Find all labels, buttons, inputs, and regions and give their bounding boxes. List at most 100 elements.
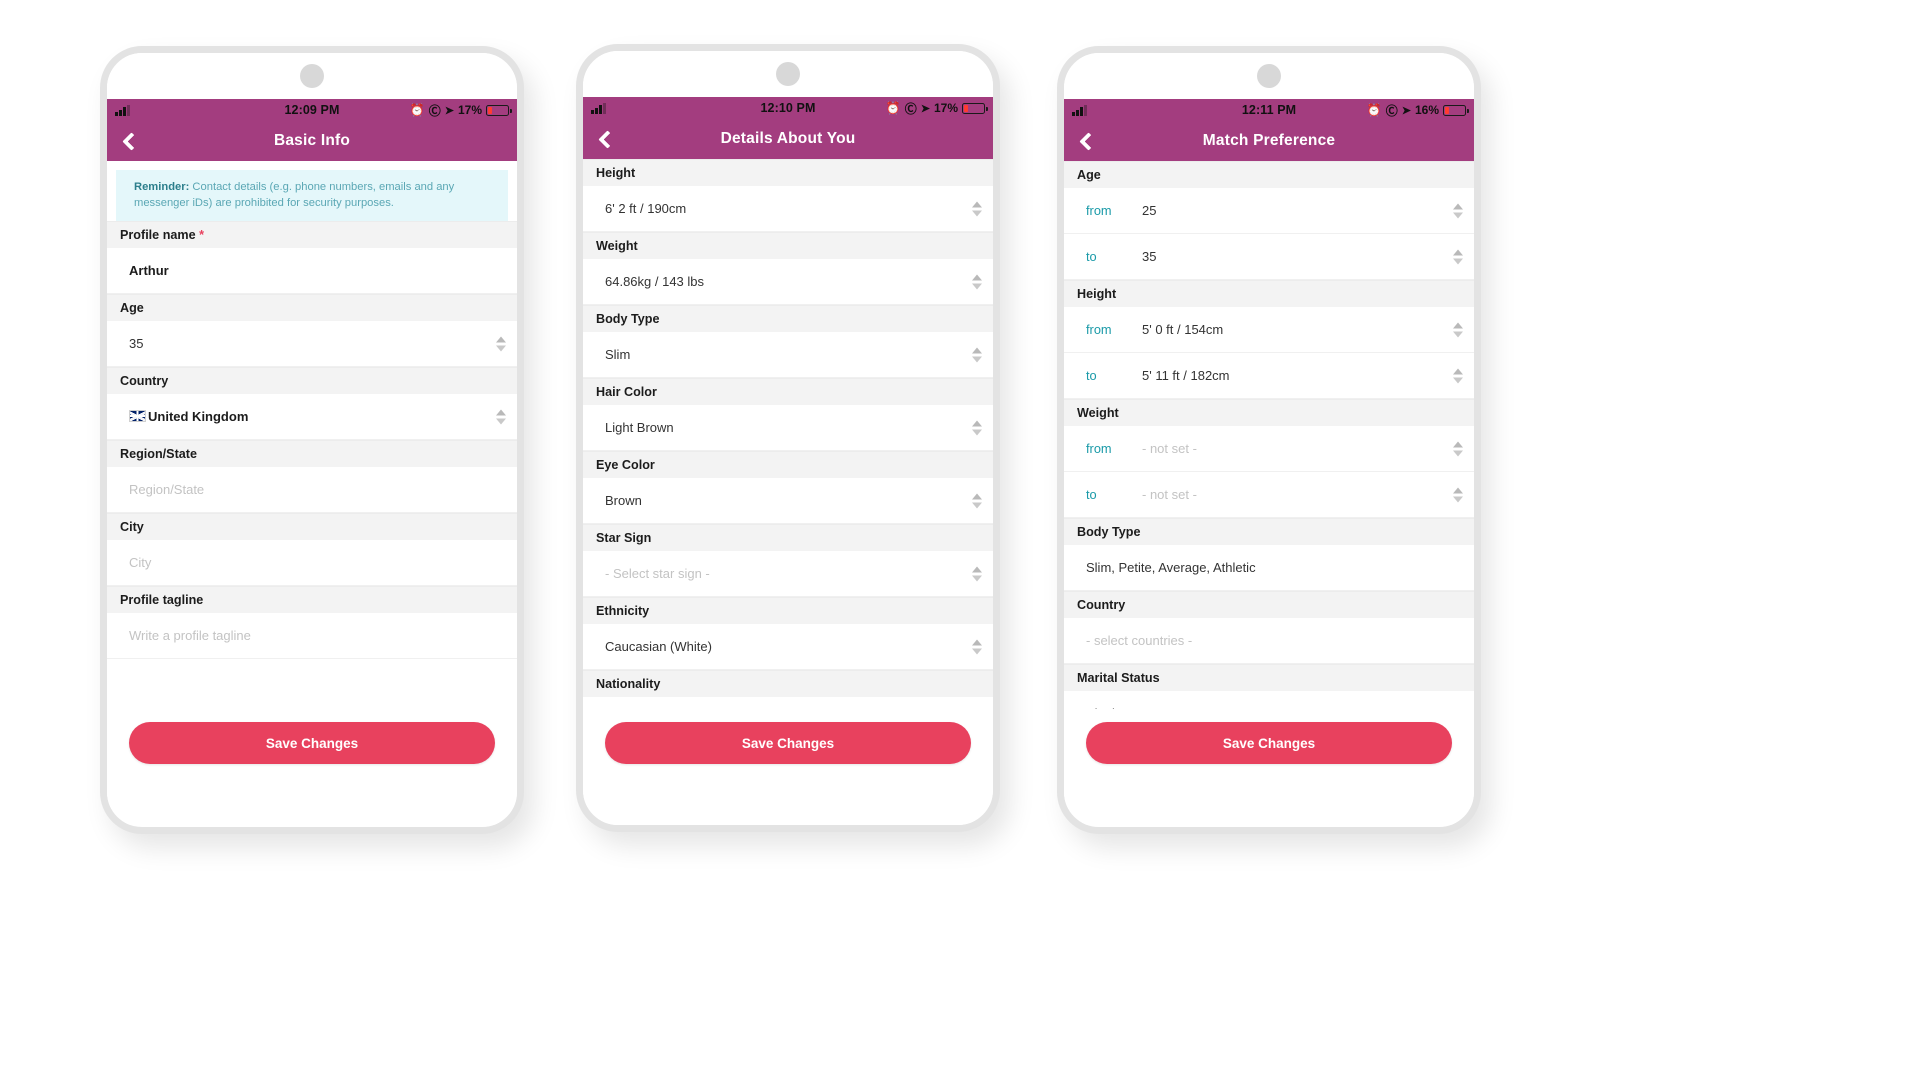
field-value[interactable]: 35 [129, 336, 507, 351]
stepper-control[interactable] [1453, 322, 1463, 337]
range-to-value[interactable]: 35 [1142, 249, 1464, 264]
field-value[interactable]: Arthur [129, 263, 507, 278]
field-value[interactable]: Slim, Petite, Average, Athletic [1086, 560, 1464, 575]
stepper-down-icon[interactable] [972, 283, 982, 289]
stepper-up-icon[interactable] [1453, 487, 1463, 493]
stepper-down-icon[interactable] [972, 502, 982, 508]
field-value[interactable]: Write a profile tagline [129, 628, 507, 643]
field-value-row[interactable]: 35 [107, 321, 517, 368]
stepper-down-icon[interactable] [496, 418, 506, 425]
range-to-value[interactable]: 5' 11 ft / 182cm [1142, 368, 1464, 383]
field-value-row[interactable]: to - not set - [1064, 472, 1474, 518]
stepper-down-icon[interactable] [1453, 377, 1463, 383]
field-value[interactable]: 64.86kg / 143 lbs [605, 274, 983, 289]
stepper-control[interactable] [972, 566, 982, 581]
stepper-up-icon[interactable] [496, 336, 506, 343]
field-value[interactable]: Light Brown [605, 420, 983, 435]
save-changes-button[interactable]: Save Changes [129, 722, 495, 764]
field-value-row[interactable]: Slim [583, 332, 993, 378]
page-title: Match Preference [1202, 132, 1336, 149]
field-value[interactable]: United Kingdom [129, 409, 507, 424]
stepper-control[interactable] [972, 493, 982, 508]
stepper-control[interactable] [972, 347, 982, 362]
field-value[interactable]: Slim [605, 347, 983, 362]
stepper-down-icon[interactable] [1453, 331, 1463, 337]
field-value-row[interactable]: - Select star sign - [583, 551, 993, 597]
stepper-control[interactable] [1453, 441, 1463, 456]
field-value[interactable]: Region/State [129, 482, 507, 497]
stepper-control[interactable] [1453, 249, 1463, 264]
save-changes-button[interactable]: Save Changes [1086, 722, 1452, 764]
field-value[interactable]: Caucasian (White) [605, 639, 983, 654]
field-value-row[interactable]: Arthur [107, 248, 517, 295]
stepper-control[interactable] [972, 274, 982, 289]
back-chevron-icon [597, 129, 617, 149]
field-value-row[interactable]: Write a profile tagline [107, 613, 517, 660]
stepper-down-icon[interactable] [496, 345, 506, 352]
stepper-down-icon[interactable] [972, 210, 982, 216]
range-from-value[interactable]: 25 [1142, 203, 1464, 218]
stepper-up-icon[interactable] [1453, 368, 1463, 374]
stepper-up-icon[interactable] [1453, 441, 1463, 447]
back-button[interactable] [583, 119, 627, 159]
field-label-weight: Weight [1064, 399, 1474, 426]
earpiece-speaker [1257, 64, 1281, 88]
field-value-row[interactable]: Region/State [107, 467, 517, 514]
stepper-up-icon[interactable] [972, 639, 982, 645]
save-changes-button[interactable]: Save Changes [605, 722, 971, 764]
stepper-control[interactable] [972, 420, 982, 435]
field-value-row[interactable]: Slim, Petite, Average, Athletic [1064, 545, 1474, 591]
phone-top-bezel [583, 51, 993, 97]
back-button[interactable] [107, 121, 151, 161]
field-value-row[interactable]: from - not set - [1064, 426, 1474, 472]
back-button[interactable] [1064, 121, 1108, 161]
field-value-row[interactable]: to 35 [1064, 234, 1474, 280]
field-value-row[interactable]: - select countries - [1064, 618, 1474, 664]
field-value-row[interactable]: Light Brown [583, 405, 993, 451]
stepper-down-icon[interactable] [1453, 496, 1463, 502]
field-value-row[interactable]: to 5' 11 ft / 182cm [1064, 353, 1474, 399]
stepper-up-icon[interactable] [496, 409, 506, 416]
field-value[interactable]: Brown [605, 493, 983, 508]
field-value[interactable]: - Select star sign - [605, 566, 983, 581]
field-value[interactable]: 6' 2 ft / 190cm [605, 201, 983, 216]
stepper-down-icon[interactable] [1453, 450, 1463, 456]
stepper-control[interactable] [496, 409, 506, 425]
field-label-text: Age [120, 301, 144, 316]
stepper-down-icon[interactable] [1453, 212, 1463, 218]
field-value-row[interactable]: Caucasian (White) [583, 624, 993, 670]
stepper-down-icon[interactable] [972, 356, 982, 362]
range-from-value[interactable]: 5' 0 ft / 154cm [1142, 322, 1464, 337]
stepper-down-icon[interactable] [972, 429, 982, 435]
field-value[interactable]: City [129, 555, 507, 570]
field-value-row[interactable]: 64.86kg / 143 lbs [583, 259, 993, 305]
stepper-up-icon[interactable] [972, 493, 982, 499]
stepper-control[interactable] [972, 201, 982, 216]
stepper-control[interactable] [1453, 203, 1463, 218]
range-from-value[interactable]: - not set - [1142, 441, 1464, 456]
stepper-up-icon[interactable] [972, 420, 982, 426]
stepper-up-icon[interactable] [1453, 249, 1463, 255]
field-value-row[interactable]: Brown [583, 478, 993, 524]
field-value-row[interactable]: 6' 2 ft / 190cm [583, 186, 993, 232]
stepper-control[interactable] [496, 336, 506, 352]
stepper-control[interactable] [972, 639, 982, 654]
stepper-down-icon[interactable] [972, 575, 982, 581]
stepper-control[interactable] [1453, 368, 1463, 383]
stepper-control[interactable] [1453, 487, 1463, 502]
field-value[interactable]: - select countries - [1086, 633, 1464, 648]
stepper-up-icon[interactable] [972, 274, 982, 280]
field-value-row[interactable]: United Kingdom [107, 394, 517, 441]
range-to-value[interactable]: - not set - [1142, 487, 1464, 502]
stepper-up-icon[interactable] [1453, 203, 1463, 209]
stepper-up-icon[interactable] [972, 566, 982, 572]
stepper-down-icon[interactable] [972, 648, 982, 654]
field-value-row[interactable]: City [107, 540, 517, 587]
stepper-up-icon[interactable] [972, 347, 982, 353]
field-value-row[interactable]: from 5' 0 ft / 154cm [1064, 307, 1474, 353]
stepper-down-icon[interactable] [1453, 258, 1463, 264]
stepper-up-icon[interactable] [972, 201, 982, 207]
field-value-row[interactable]: from 25 [1064, 188, 1474, 234]
stepper-up-icon[interactable] [1453, 322, 1463, 328]
field-label-text: Hair Color [596, 385, 657, 399]
